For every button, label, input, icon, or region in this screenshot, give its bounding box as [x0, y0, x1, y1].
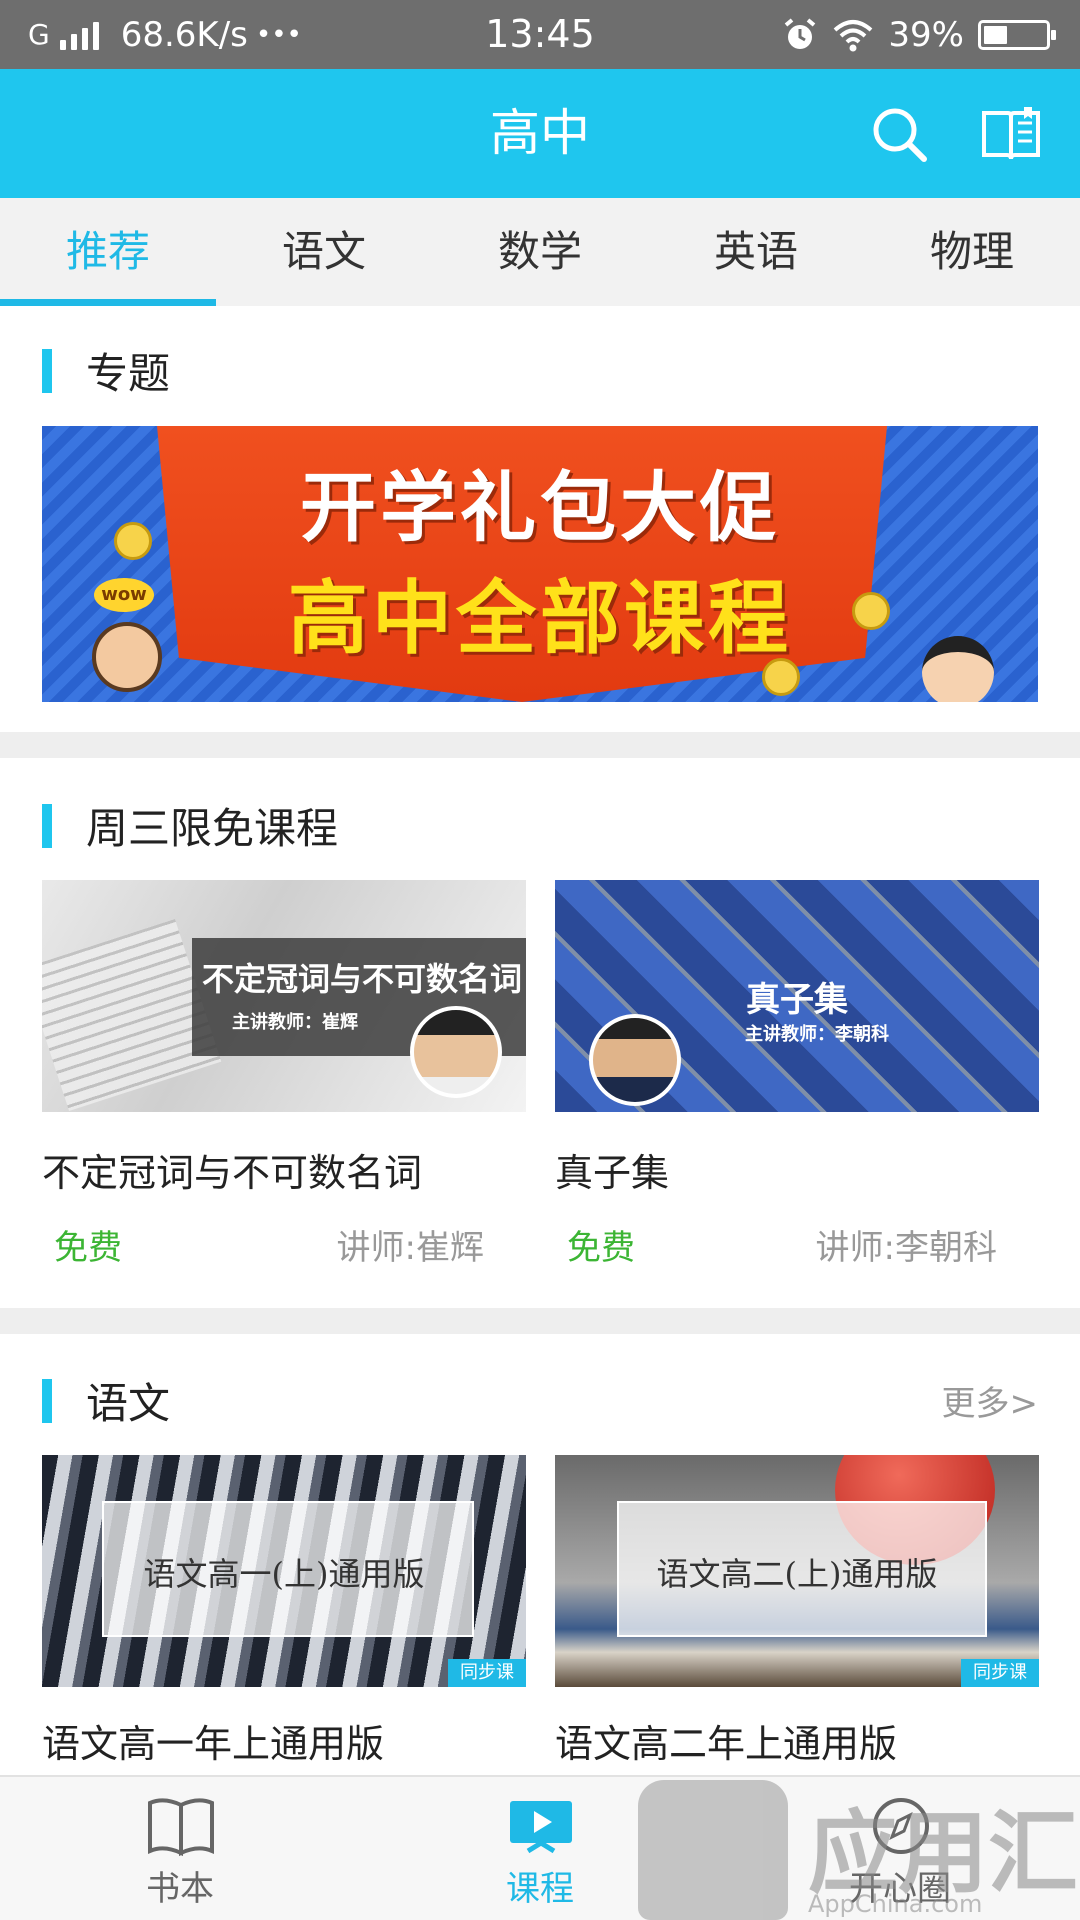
- promo-banner[interactable]: 开学礼包大促 高中全部课程 wow: [42, 426, 1038, 702]
- tab-english[interactable]: 英语: [648, 198, 864, 306]
- course-thumbnail: 真子集 主讲教师：李朝科: [555, 880, 1039, 1112]
- tab-recommend[interactable]: 推荐: [0, 198, 216, 306]
- teacher-label: 讲师:崔辉: [336, 1228, 484, 1268]
- course-thumbnail: 语文高二(上)通用版 同步课: [555, 1455, 1039, 1687]
- thumb-title: 语文高一(上)通用版: [143, 1555, 425, 1593]
- section-title-special: 专题: [42, 340, 170, 401]
- book-open-icon: [148, 1798, 214, 1857]
- course-card[interactable]: 语文高二(上)通用版 同步课 语文高二年上通用版: [555, 1455, 1039, 1775]
- watermark: 应用汇 AppChina.com: [638, 1740, 1080, 1920]
- wow-badge: wow: [94, 578, 154, 612]
- section-divider: [0, 1308, 1080, 1334]
- price-label: 免费: [54, 1228, 122, 1268]
- battery-percent: 39%: [888, 14, 964, 55]
- section-label: 语文: [86, 1379, 171, 1428]
- section-title-free: 周三限免课程: [42, 795, 338, 856]
- course-card[interactable]: 语文高一(上)通用版 同步课 语文高一年上通用版: [42, 1455, 526, 1775]
- sync-tag: 同步课: [961, 1659, 1039, 1687]
- teacher-label: 讲师:李朝科: [815, 1228, 997, 1268]
- status-bar: G 68.6K/s ••• 13:45 39%: [0, 0, 1080, 69]
- course-name: 真子集: [555, 1151, 670, 1195]
- book-icon[interactable]: [980, 105, 1042, 163]
- section-label: 周三限免课程: [86, 804, 339, 853]
- thumb-title: 不定冠词与不可数名词: [202, 960, 523, 998]
- section-accent-bar: [42, 1378, 52, 1423]
- nav-item-courses[interactable]: 课程: [430, 1777, 650, 1920]
- nav-item-books[interactable]: 书本: [70, 1777, 290, 1920]
- course-card[interactable]: 真子集 主讲教师：李朝科 真子集 免费 讲师:李朝科: [555, 880, 1039, 1270]
- category-tabs: 推荐 语文 数学 英语 物理: [0, 198, 1080, 306]
- app-header: 高中: [0, 69, 1080, 198]
- price-label: 免费: [567, 1228, 635, 1268]
- thumb-title: 语文高二(上)通用版: [656, 1555, 938, 1593]
- wifi-icon: [834, 19, 873, 51]
- tab-physics[interactable]: 物理: [864, 198, 1080, 306]
- teacher-avatar: [589, 1014, 681, 1106]
- nav-label: 课程: [506, 1869, 574, 1909]
- coin-icon: [762, 658, 800, 696]
- cartoon-girl-icon: [92, 622, 162, 692]
- section-title-chinese: 语文: [42, 1370, 170, 1431]
- watermark-url: AppChina.com: [808, 1890, 983, 1918]
- more-link[interactable]: 更多>: [942, 1376, 1039, 1425]
- tab-math[interactable]: 数学: [432, 198, 648, 306]
- course-card[interactable]: 不定冠词与不可数名词 主讲教师：崔辉 不定冠词与不可数名词 免费 讲师:崔辉: [42, 880, 526, 1270]
- teacher-avatar: [410, 1006, 502, 1098]
- course-thumbnail: 语文高一(上)通用版 同步课: [42, 1455, 526, 1687]
- tab-chinese[interactable]: 语文: [216, 198, 432, 306]
- cartoon-boy-icon: [922, 636, 994, 702]
- course-name: 不定冠词与不可数名词: [42, 1151, 423, 1195]
- coin-icon: [114, 522, 152, 560]
- section-accent-bar: [42, 803, 52, 848]
- section-divider: [0, 732, 1080, 758]
- banner-line-1: 开学礼包大促: [300, 463, 780, 552]
- watermark-bag-icon: [638, 1780, 788, 1920]
- course-name: 语文高一年上通用版: [42, 1722, 385, 1766]
- thumb-teacher: 主讲教师：崔辉: [232, 1012, 358, 1033]
- coin-icon: [852, 592, 890, 630]
- nav-label: 书本: [146, 1869, 214, 1909]
- section-accent-bar: [42, 348, 52, 393]
- status-right: 39%: [782, 0, 1056, 69]
- battery-icon: [978, 19, 1056, 50]
- alarm-icon: [785, 17, 816, 49]
- section-label: 专题: [86, 349, 171, 398]
- search-icon[interactable]: [870, 105, 930, 165]
- video-icon: [510, 1801, 572, 1854]
- sync-tag: 同步课: [448, 1659, 526, 1687]
- course-thumbnail: 不定冠词与不可数名词 主讲教师：崔辉: [42, 880, 526, 1112]
